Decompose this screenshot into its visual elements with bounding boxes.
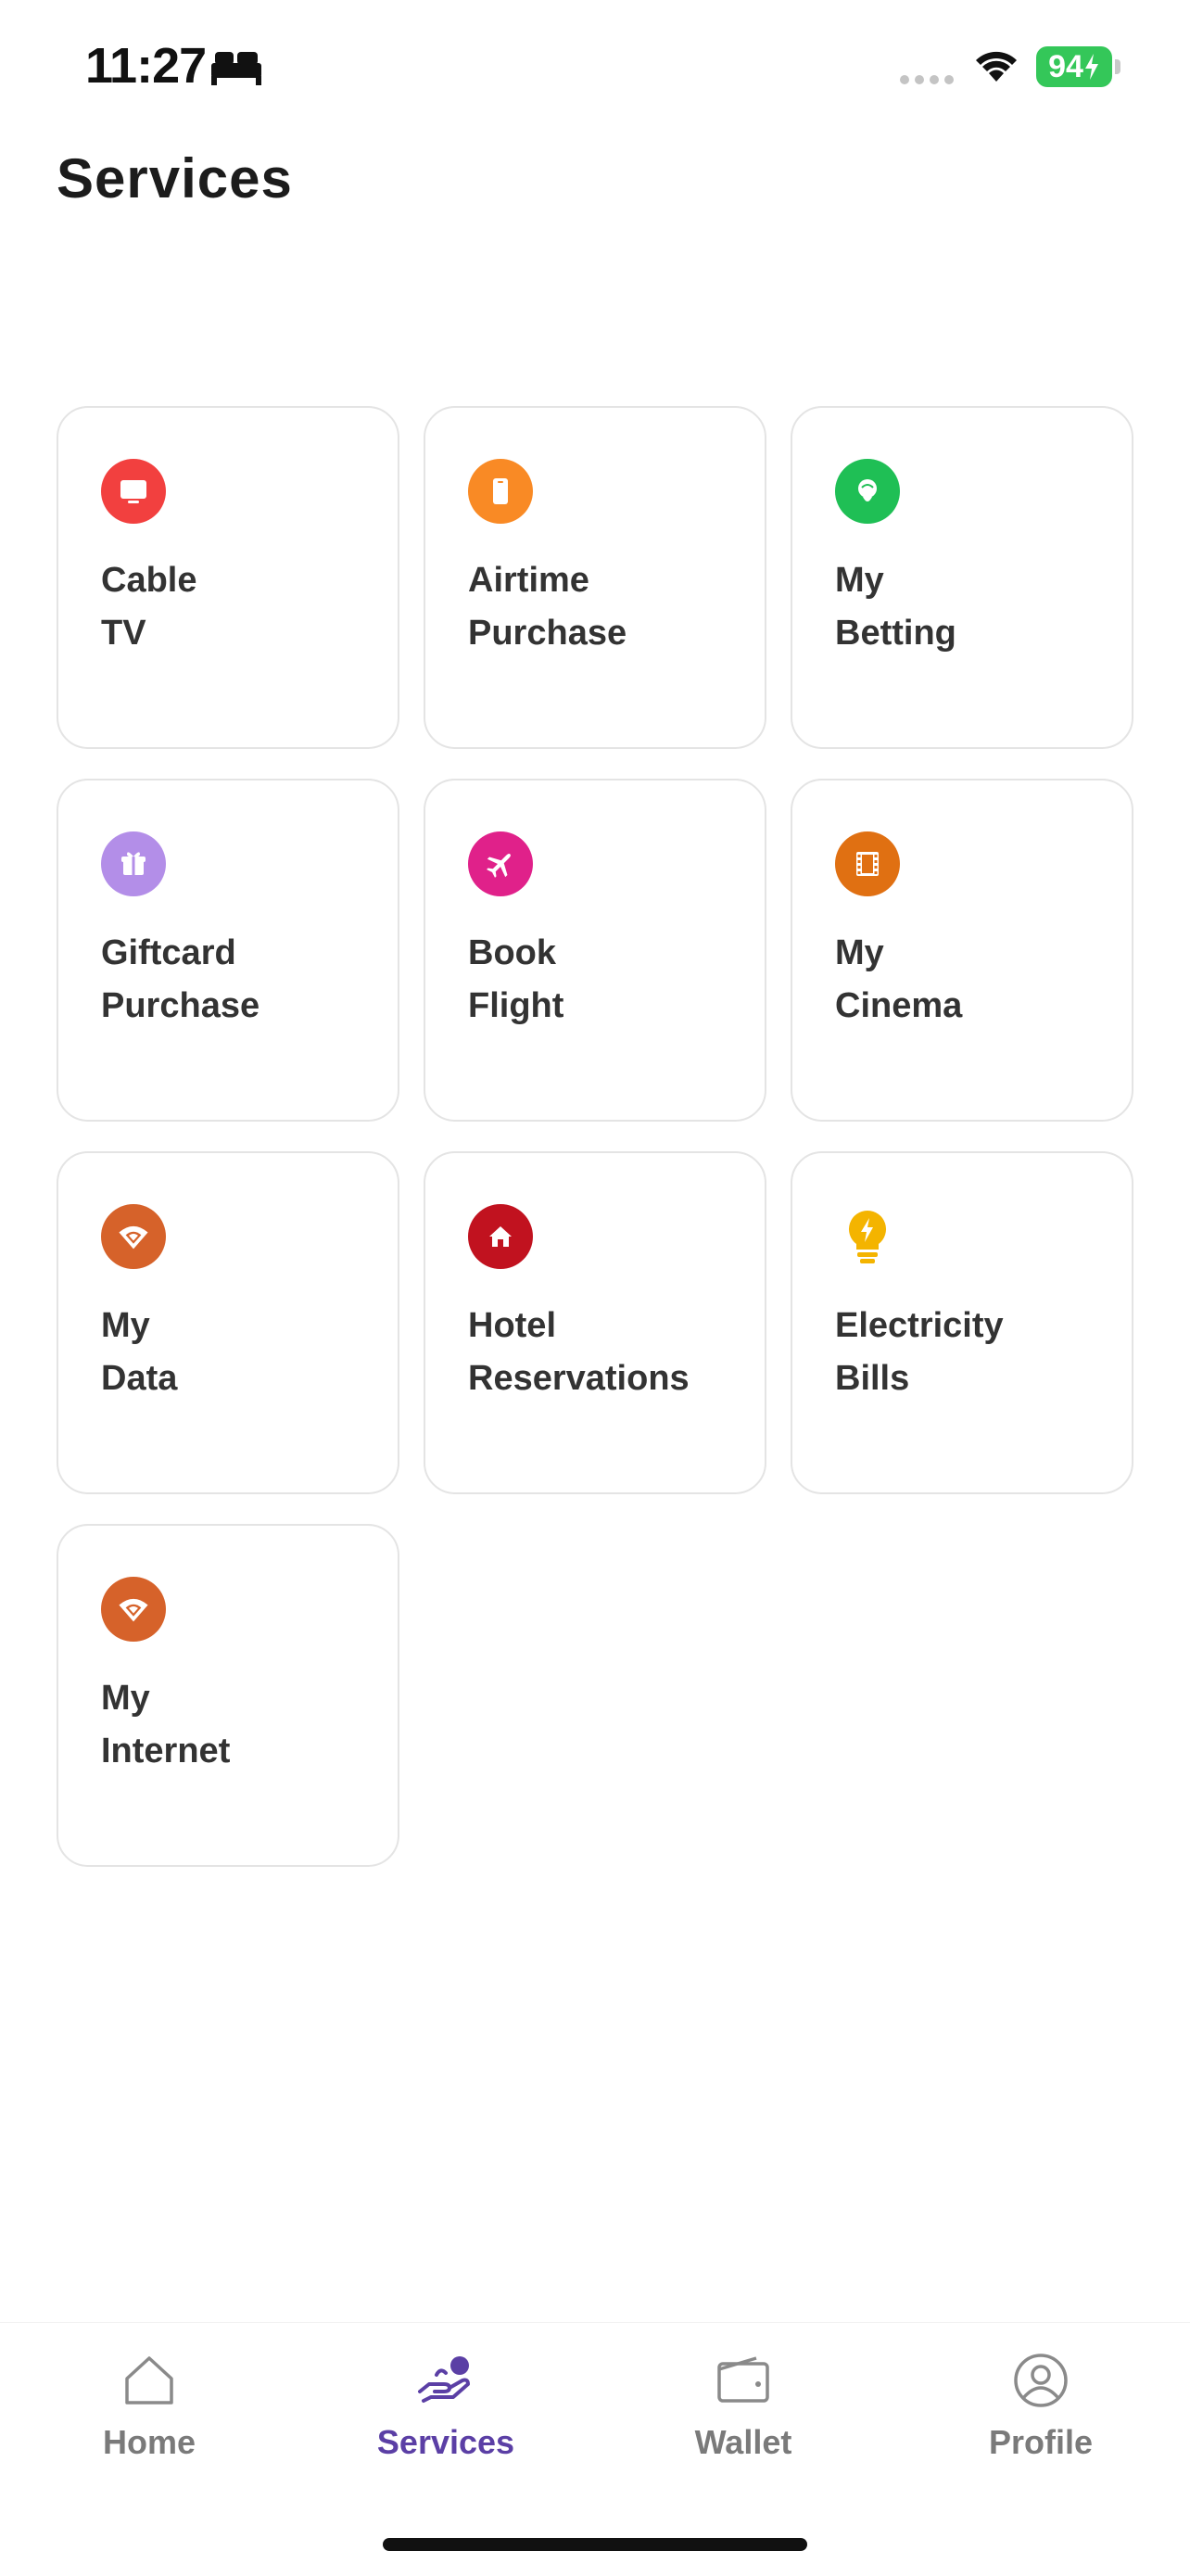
gift-icon [101, 831, 166, 896]
tv-icon [101, 459, 166, 524]
house-icon [468, 1204, 533, 1269]
service-card-label: My Data [101, 1306, 178, 1398]
status-time: 11:27 [85, 38, 207, 94]
home-indicator[interactable] [383, 2538, 807, 2551]
service-card-label: Cable TV [101, 561, 197, 653]
service-card-hotel-reservations[interactable]: Hotel Reservations [424, 1151, 766, 1494]
ball-icon [835, 459, 900, 524]
bed-icon [211, 52, 261, 85]
service-card-airtime-purchase[interactable]: Airtime Purchase [424, 406, 766, 749]
wifi-status-icon [976, 51, 1017, 82]
lightbulb-icon [835, 1204, 900, 1269]
wifi-icon [101, 1577, 166, 1642]
battery-indicator: 94 [1036, 46, 1112, 87]
tab-label: Home [102, 2423, 196, 2461]
tab-wallet[interactable]: Wallet [641, 2351, 845, 2481]
service-card-cable-tv[interactable]: Cable TV [57, 406, 399, 749]
battery-cap [1115, 59, 1120, 74]
tab-label: Services [376, 2423, 515, 2461]
status-bar: 11:27 94 [0, 0, 1190, 139]
service-card-electricity-bills[interactable]: Electricity Bills [791, 1151, 1133, 1494]
profile-icon [1014, 2354, 1068, 2407]
service-card-my-data[interactable]: My Data [57, 1151, 399, 1494]
service-card-my-cinema[interactable]: My Cinema [791, 779, 1133, 1122]
service-card-label: Hotel Reservations [468, 1306, 690, 1398]
service-card-label: My Betting [835, 561, 956, 653]
service-card-label: Airtime Purchase [468, 561, 627, 653]
wifi-icon [101, 1204, 166, 1269]
services-grid: Cable TV Airtime Purchase My Betting Giftca… [57, 406, 1133, 1867]
film-icon [835, 831, 900, 896]
cellular-signal-icon [900, 75, 954, 84]
service-card-label: Book Flight [468, 933, 564, 1025]
battery-level: 94 [1048, 48, 1083, 84]
tab-label: Profile [988, 2423, 1094, 2461]
charging-bolt-icon [1084, 54, 1098, 80]
wallet-icon [717, 2356, 769, 2403]
service-card-label: My Internet [101, 1679, 231, 1770]
service-card-label: Electricity Bills [835, 1306, 1004, 1398]
hand-service-icon [418, 2356, 470, 2403]
page-title: Services [57, 147, 293, 209]
tab-home[interactable]: Home [47, 2351, 251, 2481]
tab-label: Wallet [694, 2423, 792, 2461]
tab-profile[interactable]: Profile [939, 2351, 1143, 2481]
service-card-giftcard-purchase[interactable]: Giftcard Purchase [57, 779, 399, 1122]
service-card-my-internet[interactable]: My Internet [57, 1524, 399, 1867]
service-card-my-betting[interactable]: My Betting [791, 406, 1133, 749]
service-card-label: My Cinema [835, 933, 963, 1025]
phone-icon [468, 459, 533, 524]
tab-services[interactable]: Services [344, 2351, 548, 2481]
service-card-book-flight[interactable]: Book Flight [424, 779, 766, 1122]
airplane-icon [468, 831, 533, 896]
service-card-label: Giftcard Purchase [101, 933, 260, 1025]
home-icon [125, 2356, 173, 2405]
